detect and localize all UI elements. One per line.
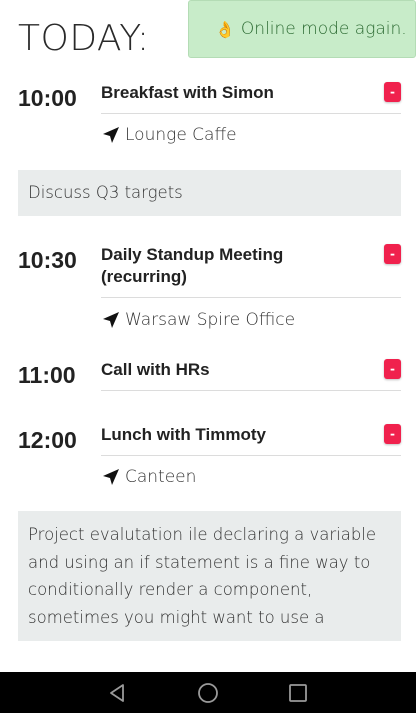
ok-hand-icon: 👌 xyxy=(215,19,235,39)
event-location-text: Lounge Caffe xyxy=(125,125,237,145)
divider xyxy=(101,390,401,391)
home-button[interactable] xyxy=(197,682,219,704)
event-title-line: (recurring) xyxy=(101,267,187,286)
divider xyxy=(101,113,401,114)
event-location-text: Warsaw Spire Office xyxy=(125,310,296,330)
event-time: 10:30 xyxy=(18,247,77,273)
event-note: Discuss Q3 targets xyxy=(18,170,401,216)
recents-icon xyxy=(289,683,307,702)
agenda-screen: TODAY: 👌 Online mode again. 10:00 Breakf… xyxy=(0,0,416,672)
system-navbar xyxy=(0,672,416,713)
note-line: conditionally render a component, xyxy=(28,580,313,599)
home-icon xyxy=(198,682,218,703)
note-line: Project evalutation ile declaring a vari… xyxy=(28,525,377,544)
event-title: Breakfast with Simon xyxy=(101,83,274,102)
event-time: 11:00 xyxy=(18,362,76,388)
event-time: 12:00 xyxy=(18,427,77,453)
divider xyxy=(101,455,401,456)
recents-button[interactable] xyxy=(287,682,309,704)
event-location: Warsaw Spire Office xyxy=(101,310,295,330)
note-line: sometimes you might want to use a xyxy=(28,607,325,627)
back-button[interactable] xyxy=(107,682,129,704)
toast-text: Online mode again. xyxy=(240,19,407,39)
note-text: Discuss Q3 targets xyxy=(28,183,183,202)
delete-event-button[interactable]: - xyxy=(384,244,401,264)
delete-event-button[interactable]: - xyxy=(384,82,401,102)
event-title: Call with HRs xyxy=(101,360,210,379)
location-arrow-icon xyxy=(103,127,119,143)
event-title: Daily Standup Meeting (recurring) xyxy=(101,244,361,288)
status-toast[interactable]: 👌 Online mode again. xyxy=(188,0,416,58)
location-arrow-icon xyxy=(103,469,119,485)
event-note: Project evalutation ile declaring a vari… xyxy=(18,511,401,641)
back-icon xyxy=(110,683,124,702)
event-location: Lounge Caffe xyxy=(101,125,237,145)
event-time: 10:00 xyxy=(18,85,77,111)
location-arrow-icon xyxy=(103,312,119,328)
note-line: and using an if statement is a fine way … xyxy=(28,552,371,572)
event-location: Canteen xyxy=(101,467,196,487)
event-title-line: Daily Standup Meeting xyxy=(101,245,284,264)
event-title: Lunch with Timmoty xyxy=(101,425,266,444)
event-location-text: Canteen xyxy=(125,467,197,487)
delete-event-button[interactable]: - xyxy=(384,424,401,444)
delete-event-button[interactable]: - xyxy=(384,359,401,379)
page-title: TODAY: xyxy=(18,18,150,59)
divider xyxy=(101,297,401,298)
